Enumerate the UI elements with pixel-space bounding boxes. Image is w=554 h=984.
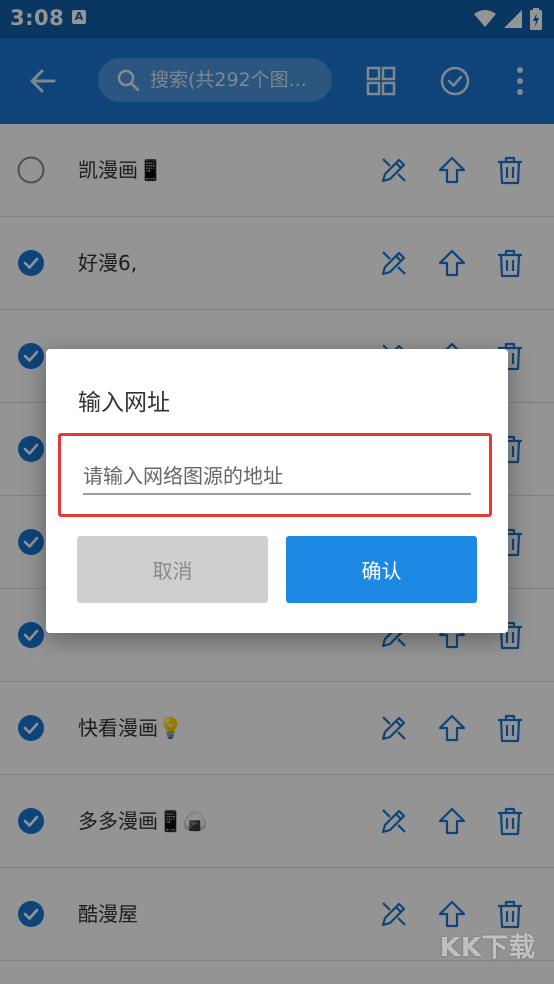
url-input[interactable] — [83, 459, 471, 495]
cancel-button[interactable]: 取消 — [77, 536, 268, 603]
dialog-title: 输入网址 — [78, 390, 170, 416]
watermark: KK下载 — [439, 933, 536, 963]
confirm-button[interactable]: 确认 — [286, 536, 477, 603]
input-url-dialog: 输入网址 取消 确认 — [46, 349, 508, 633]
